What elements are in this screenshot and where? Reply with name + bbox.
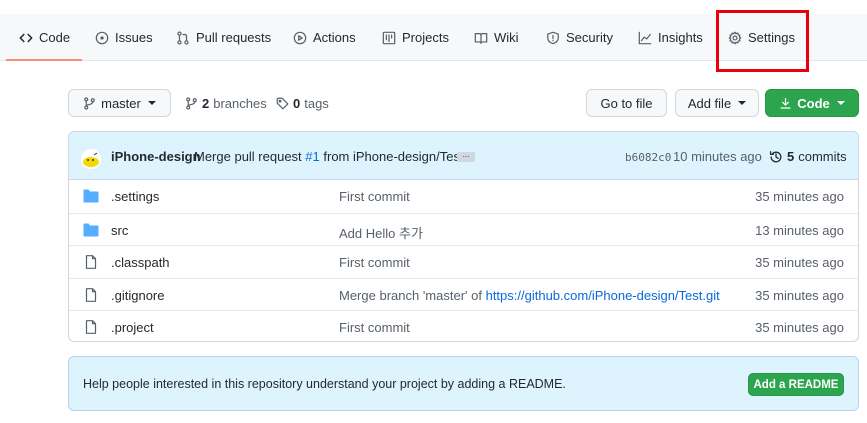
code-icon: [19, 33, 33, 42]
tab-label: Actions: [313, 30, 356, 45]
file-commit-time: 13 minutes ago: [755, 222, 844, 238]
branches-count: 2: [202, 96, 210, 111]
latest-commit-bar: iPhone-design Merge pull request #1 from…: [69, 132, 858, 180]
tab-security[interactable]: Security: [546, 14, 613, 61]
project-board-icon: [382, 31, 396, 44]
book-icon: [474, 32, 488, 44]
pull-request-icon: [177, 30, 189, 45]
commit-author[interactable]: iPhone-design: [111, 149, 201, 164]
file-row[interactable]: .settings First commit 35 minutes ago: [69, 180, 858, 212]
code-label: Code: [797, 95, 830, 111]
tab-pull-requests[interactable]: Pull requests: [176, 14, 271, 61]
file-commit-message-text: First commit: [339, 320, 410, 335]
branch-selector-button[interactable]: master: [68, 89, 171, 117]
add-file-label: Add file: [687, 95, 732, 111]
play-icon: [293, 31, 307, 44]
commit-time: 10 minutes ago: [673, 149, 762, 164]
graph-icon: [638, 31, 652, 44]
expand-commit-button[interactable]: ...: [457, 151, 475, 162]
readme-prompt-text: Help people interested in this repositor…: [83, 377, 566, 391]
branches-label: branches: [213, 96, 267, 111]
tab-label: Pull requests: [196, 30, 272, 45]
avatar-image: [83, 152, 99, 167]
file-commit-message[interactable]: Merge branch 'master' of https://github.…: [339, 288, 720, 303]
file-icon: [85, 287, 97, 302]
file-icon: [85, 255, 97, 269]
shield-icon: [547, 31, 559, 44]
file-name[interactable]: .gitignore: [111, 288, 164, 303]
tab-label: Issues: [115, 30, 153, 45]
tab-wiki[interactable]: Wiki: [474, 14, 519, 61]
commit-sha[interactable]: b6082c0: [625, 151, 671, 164]
branch-icon: [84, 96, 95, 110]
file-name[interactable]: .project: [111, 320, 154, 335]
file-commit-message-text: Add Hello 추가: [339, 225, 423, 241]
commit-message-suffix: from iPhone-design/Test: [323, 149, 464, 164]
tag-icon: [276, 97, 289, 110]
file-commit-time: 35 minutes ago: [755, 189, 844, 204]
tab-actions[interactable]: Actions: [293, 14, 356, 61]
tab-issues[interactable]: Issues: [95, 14, 153, 61]
file-commit-time: 35 minutes ago: [755, 320, 844, 335]
tab-insights[interactable]: Insights: [638, 14, 703, 61]
folder-icon: [83, 223, 99, 236]
history-icon: [769, 150, 782, 162]
file-name[interactable]: .classpath: [111, 255, 170, 270]
add-readme-button[interactable]: Add a README: [748, 373, 844, 396]
branch-label: master: [101, 95, 141, 111]
commit-message[interactable]: Merge pull request #1 from iPhone-design…: [194, 149, 464, 164]
avatar[interactable]: [81, 149, 101, 169]
tab-code[interactable]: Code: [19, 14, 70, 61]
tags-label: tags: [304, 96, 329, 111]
commit-count: 5: [787, 149, 795, 164]
file-commit-message-text: First commit: [339, 189, 410, 204]
file-commit-message-link[interactable]: https://github.com/iPhone-design/Test.gi…: [486, 288, 720, 303]
file-row[interactable]: .project First commit 35 minutes ago: [69, 310, 858, 341]
folder-icon: [83, 189, 99, 203]
file-icon: [85, 320, 97, 334]
tags-count: 0: [293, 96, 301, 111]
download-icon: [780, 97, 791, 109]
go-to-file-label: Go to file: [600, 95, 653, 111]
add-file-button[interactable]: Add file: [675, 89, 759, 117]
file-commit-message[interactable]: Add Hello 추가: [339, 223, 423, 242]
tab-label: Wiki: [494, 30, 519, 45]
code-download-button[interactable]: Code: [765, 89, 859, 117]
tab-label: Security: [566, 30, 613, 45]
commits-history-link[interactable]: 5 commits: [769, 149, 847, 164]
file-row[interactable]: src Add Hello 추가 13 minutes ago: [69, 212, 858, 245]
tab-label: Insights: [658, 30, 703, 45]
file-row[interactable]: .classpath First commit 35 minutes ago: [69, 245, 858, 277]
pull-request-link[interactable]: #1: [305, 149, 319, 164]
file-commit-message[interactable]: First commit: [339, 320, 410, 335]
caret-down-icon: [147, 101, 156, 105]
caret-down-icon: [836, 101, 845, 105]
file-name[interactable]: .settings: [111, 189, 159, 204]
file-commit-message[interactable]: First commit: [339, 255, 410, 270]
tags-link[interactable]: 0 tags: [276, 96, 329, 111]
file-commit-message-text: Merge branch 'master' of: [339, 287, 486, 303]
file-commit-time: 35 minutes ago: [755, 255, 844, 270]
commit-message-prefix: Merge pull request: [194, 149, 302, 164]
file-commit-message-text: First commit: [339, 255, 410, 270]
file-row[interactable]: .gitignore Merge branch 'master' of https…: [69, 277, 858, 310]
file-name[interactable]: src: [111, 223, 128, 238]
caret-down-icon: [738, 101, 747, 105]
branches-link[interactable]: 2 branches: [185, 96, 267, 111]
settings-highlight-annotation: [716, 10, 809, 72]
tab-projects[interactable]: Projects: [382, 14, 449, 61]
branch-icon: [186, 97, 197, 110]
commit-label: commits: [798, 149, 847, 164]
tab-label: Code: [39, 30, 71, 45]
go-to-file-button[interactable]: Go to file: [586, 89, 667, 117]
file-commit-message[interactable]: First commit: [339, 189, 410, 204]
file-browser: iPhone-design Merge pull request #1 from…: [68, 131, 859, 342]
active-tab-indicator: [6, 59, 82, 61]
tab-label: Projects: [402, 30, 449, 45]
readme-banner: Help people interested in this repositor…: [68, 356, 859, 411]
issue-icon: [95, 31, 109, 44]
file-commit-time: 35 minutes ago: [755, 287, 844, 303]
